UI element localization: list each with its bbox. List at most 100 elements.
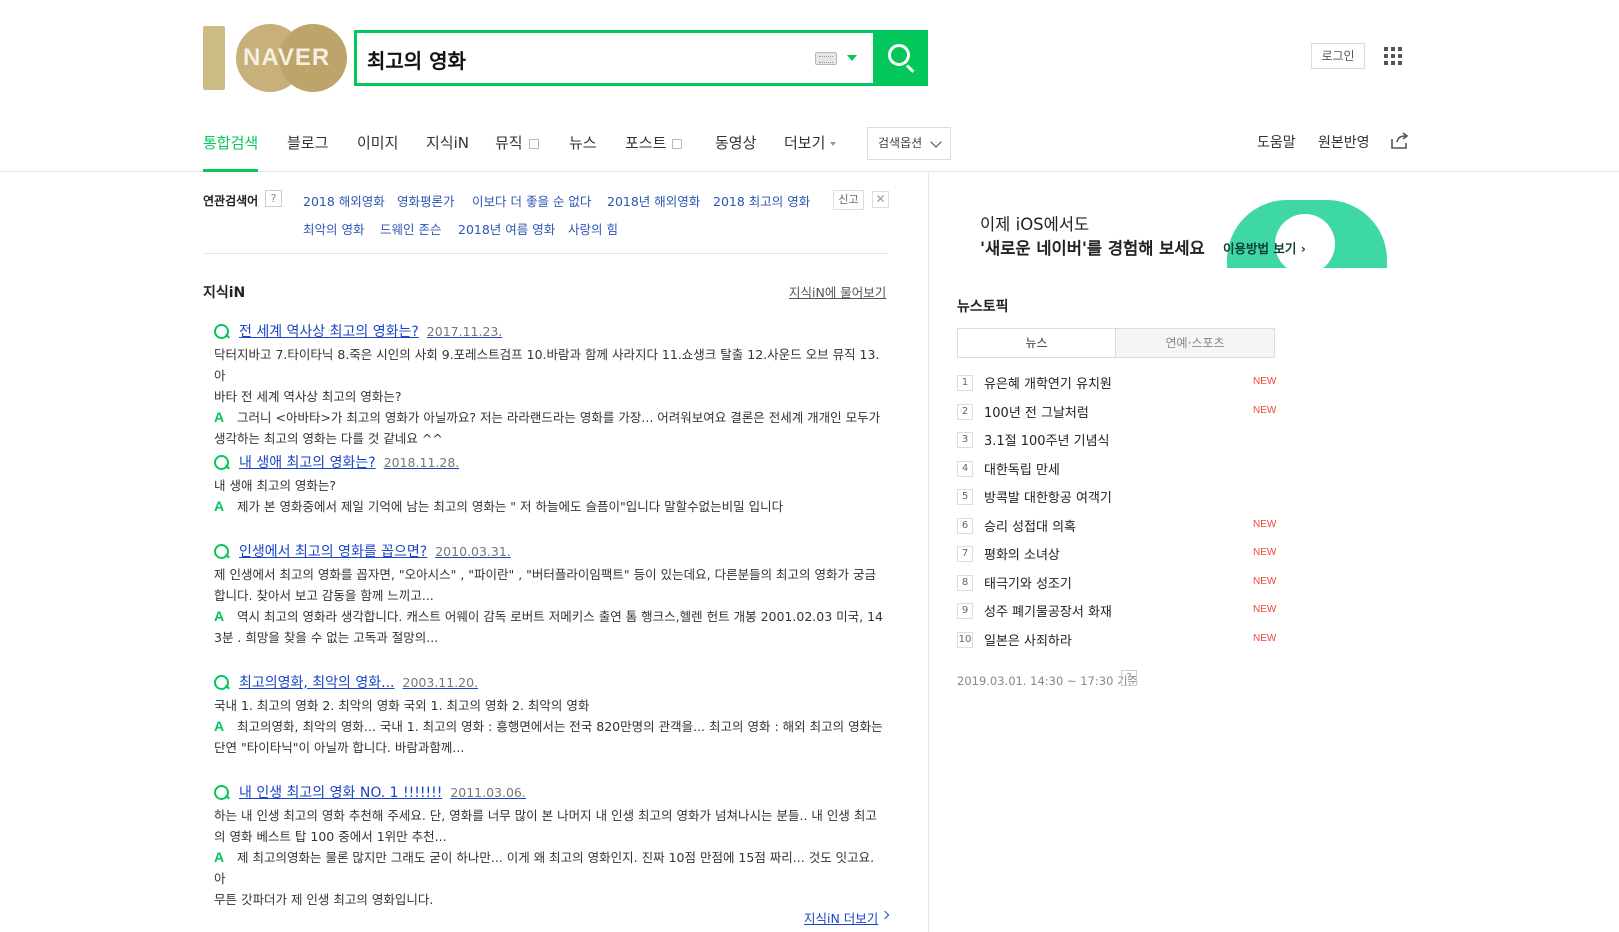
autocomplete-toggle-icon[interactable] xyxy=(847,55,857,61)
related-keyword[interactable]: 2018년 해외영화 xyxy=(607,191,700,210)
kin-more-link[interactable]: 지식iN 더보기 xyxy=(804,908,878,927)
banner-headline: 이제 iOS에서도 xyxy=(980,215,1090,234)
topic-link[interactable]: 방콕발 대한항공 여객기 xyxy=(984,487,1112,506)
logo-text: NAVER xyxy=(243,44,331,71)
chevron-down-icon xyxy=(930,136,942,148)
tab-entertainment-sports[interactable]: 연예·스포츠 xyxy=(1116,329,1274,357)
related-keyword[interactable]: 2018 최고의 영화 xyxy=(713,191,810,210)
topic-link[interactable]: 승리 성접대 의혹 xyxy=(984,516,1076,535)
question-date: 2018.11.28. xyxy=(383,455,460,470)
tab-video[interactable]: 동영상 xyxy=(715,132,756,172)
topic-link[interactable]: 유은혜 개학연기 유치원 xyxy=(984,373,1112,392)
tab-music[interactable]: 뮤직 xyxy=(495,132,539,172)
topic-link[interactable]: 태극기와 성조기 xyxy=(984,573,1072,592)
related-keyword[interactable]: 2018 해외영화 xyxy=(303,191,385,210)
question-body: 제 인생에서 최고의 영화를 꼽자면, "오아시스" , "파이란" , "버터… xyxy=(214,567,876,582)
topic-link[interactable]: 평화의 소녀상 xyxy=(984,544,1060,563)
topic-link[interactable]: 성주 폐기물공장서 화재 xyxy=(984,601,1112,620)
news-topic-item[interactable]: 9 성주 폐기물공장서 화재 NEW xyxy=(957,601,1277,621)
topic-link[interactable]: 100년 전 그날처럼 xyxy=(984,402,1089,421)
search-button[interactable] xyxy=(873,30,928,86)
column-divider xyxy=(928,172,929,932)
question-date: 2003.11.20. xyxy=(402,675,479,690)
tab-label: 뮤직 xyxy=(495,134,523,152)
close-icon[interactable]: ✕ xyxy=(872,191,889,208)
banner-subheadline: '새로운 네이버'를 경험해 보세요 xyxy=(980,239,1205,258)
search-options-button[interactable]: 검색옵션 xyxy=(867,127,951,160)
tab-kin[interactable]: 지식iN xyxy=(426,132,469,172)
related-keyword[interactable]: 사랑의 힘 xyxy=(568,219,618,238)
answer-body: A 제가 본 영화중에서 제일 기억에 남는 최고의 영화는 " 저 하늘에도 슬… xyxy=(214,496,889,517)
topic-link[interactable]: 3.1절 100주년 기념식 xyxy=(984,430,1110,449)
tab-blog[interactable]: 블로그 xyxy=(287,132,328,172)
naver-logo[interactable]: NAVER xyxy=(203,24,347,92)
header: NAVER 로그인 xyxy=(0,0,1619,118)
related-keyword[interactable]: 2018년 여름 영화 xyxy=(458,219,555,238)
apps-grid-icon[interactable] xyxy=(1384,47,1402,65)
related-keyword[interactable]: 이보다 더 좋을 순 없다 xyxy=(472,191,591,210)
news-help-icon[interactable]: ? xyxy=(1121,670,1137,686)
related-keyword[interactable]: 영화평론가 xyxy=(397,191,455,210)
new-badge: NEW xyxy=(1253,376,1277,387)
share-icon[interactable] xyxy=(1390,132,1410,150)
question-text: 최고의영화, 최악의 영화... xyxy=(239,675,395,691)
banner-cta-link[interactable]: 이용방법 보기 › xyxy=(1223,238,1306,257)
related-keyword[interactable]: 드웨인 존슨 xyxy=(380,219,441,238)
question-body: 바타 전 세계 역사상 최고의 영화는? xyxy=(214,389,402,404)
topic-link[interactable]: 대한독립 만세 xyxy=(984,459,1060,478)
tab-integrated[interactable]: 통합검색 xyxy=(203,132,259,172)
rank-badge: 2 xyxy=(957,404,973,420)
question-text: 내 인생 최고의 영화 NO. 1 !!!!!!! xyxy=(239,785,443,801)
news-topic-item[interactable]: 10 일본은 사죄하라 NEW xyxy=(957,630,1277,650)
kin-question-link[interactable]: 최고의영화, 최악의 영화... 2003.11.20. xyxy=(239,672,478,694)
question-icon xyxy=(214,785,229,800)
related-title: 연관검색어 xyxy=(203,194,259,208)
report-button[interactable]: 신고 xyxy=(833,190,864,210)
tab-news-topic[interactable]: 뉴스 xyxy=(958,329,1116,357)
news-topic-item[interactable]: 3 3.1절 100주년 기념식 xyxy=(957,430,1277,450)
related-help-icon[interactable]: ? xyxy=(265,190,282,207)
topic-link[interactable]: 일본은 사죄하라 xyxy=(984,630,1072,649)
news-topic-item[interactable]: 4 대한독립 만세 xyxy=(957,459,1277,479)
related-keyword[interactable]: 최악의 영화 xyxy=(303,219,364,238)
tab-image[interactable]: 이미지 xyxy=(357,132,398,172)
new-badge: NEW xyxy=(1253,604,1277,615)
kin-question-link[interactable]: 인생에서 최고의 영화를 꼽으면? 2010.03.31. xyxy=(239,541,511,563)
search-input[interactable] xyxy=(367,43,787,75)
feedback-link[interactable]: 원본반영 xyxy=(1318,132,1370,152)
kin-question-link[interactable]: 전 세계 역사상 최고의 영화는? 2017.11.23. xyxy=(239,321,502,343)
login-button[interactable]: 로그인 xyxy=(1311,43,1365,69)
news-topic-item[interactable]: 6 승리 성접대 의혹 NEW xyxy=(957,516,1277,536)
question-icon xyxy=(214,455,229,470)
question-date: 2017.11.23. xyxy=(426,324,503,339)
kin-question-link[interactable]: 내 인생 최고의 영화 NO. 1 !!!!!!! 2011.03.06. xyxy=(239,782,526,804)
news-topic-item[interactable]: 2 100년 전 그날처럼 NEW xyxy=(957,402,1277,422)
question-body: 내 생애 최고의 영화는? xyxy=(214,478,337,493)
help-link[interactable]: 도움말 xyxy=(1257,132,1296,152)
ios-promo-banner[interactable]: 이제 iOS에서도 '새로운 네이버'를 경험해 보세요 이용방법 보기 › xyxy=(957,200,1413,268)
news-topic-item[interactable]: 1 유은혜 개학연기 유치원 NEW xyxy=(957,373,1277,393)
rank-badge: 5 xyxy=(957,489,973,505)
news-topic-item[interactable]: 8 태극기와 성조기 NEW xyxy=(957,573,1277,593)
kin-result: 인생에서 최고의 영화를 꼽으면? 2010.03.31. 제 인생에서 최고의 … xyxy=(214,542,889,648)
question-text: 인생에서 최고의 영화를 꼽으면? xyxy=(239,544,428,560)
rank-badge: 6 xyxy=(957,518,973,534)
new-badge: NEW xyxy=(1253,547,1277,558)
news-timestamp: 2019.03.01. 14:30 ~ 17:30 기준 xyxy=(957,674,1139,688)
news-topic-item[interactable]: 7 평화의 소녀상 NEW xyxy=(957,544,1277,564)
tab-news[interactable]: 뉴스 xyxy=(569,132,597,172)
kin-ask-link[interactable]: 지식iN에 물어보기 xyxy=(789,282,886,301)
answer-body: 3분 . 희망을 찾을 수 없는 고독과 절망의... xyxy=(214,630,439,645)
keyboard-icon[interactable] xyxy=(815,52,837,65)
tab-more[interactable]: 더보기 xyxy=(784,132,837,172)
kin-result: 내 인생 최고의 영화 NO. 1 !!!!!!! 2011.03.06. 하는 … xyxy=(214,783,889,910)
rank-badge: 4 xyxy=(957,461,973,477)
news-topic-item[interactable]: 5 방콕발 대한항공 여객기 xyxy=(957,487,1277,507)
search-tabs: 통합검색 블로그 이미지 지식iN 뮤직 뉴스 포스트 동영상 더보기 검색옵션… xyxy=(0,118,1619,172)
tab-label: 동영상 xyxy=(715,134,757,152)
question-text: 내 생애 최고의 영화는? xyxy=(239,455,376,471)
question-body: 의 영화 베스트 탑 100 중에서 1위만 추천... xyxy=(214,829,447,844)
rank-badge: 7 xyxy=(957,546,973,562)
tab-post[interactable]: 포스트 xyxy=(625,132,683,172)
kin-question-link[interactable]: 내 생애 최고의 영화는? 2018.11.28. xyxy=(239,452,459,474)
